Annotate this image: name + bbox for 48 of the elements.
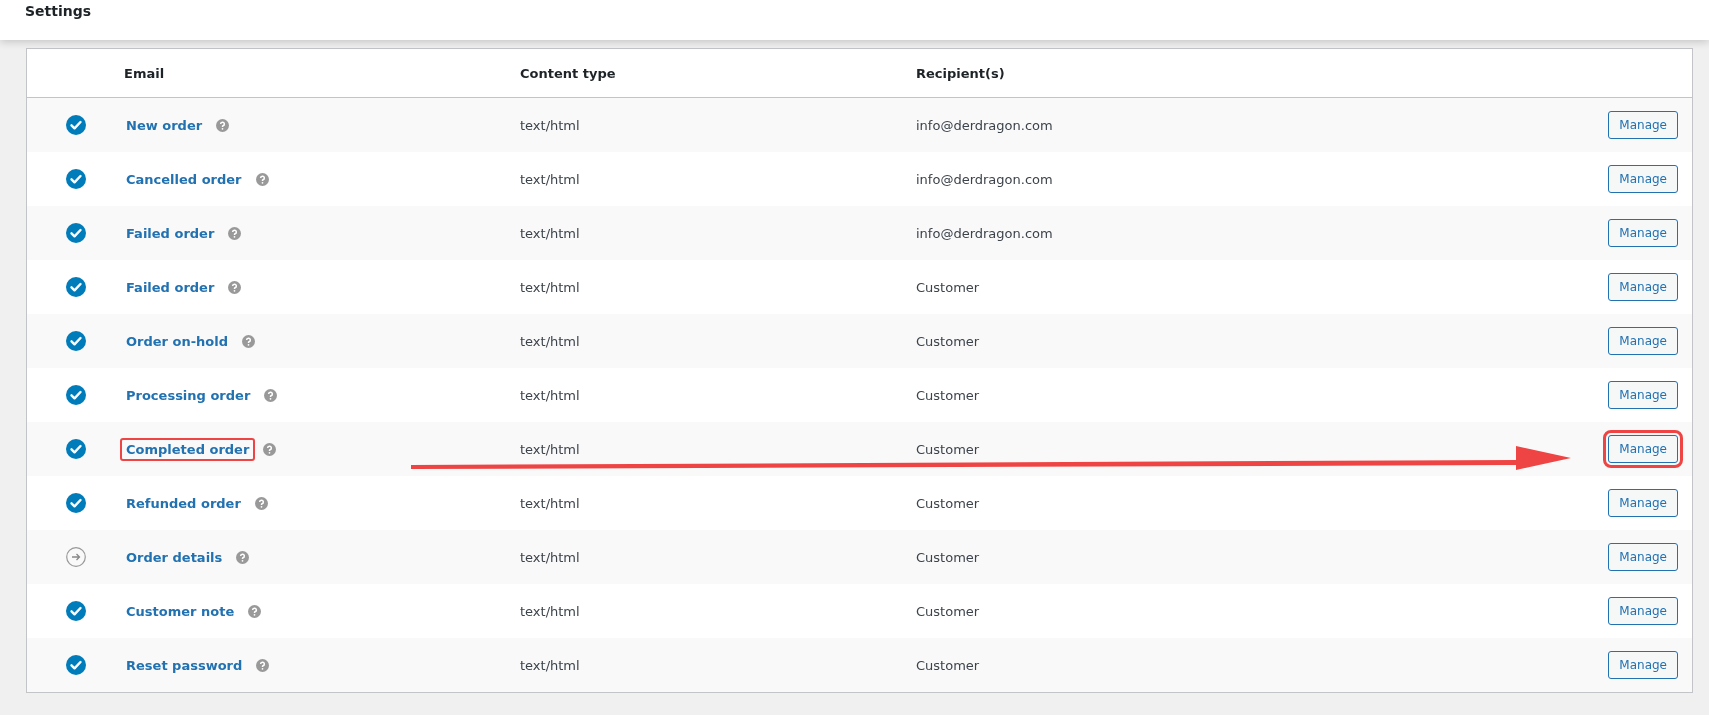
table-cell: text/html xyxy=(520,603,580,619)
table-cell: info@derdragon.com xyxy=(916,171,1053,187)
email-link[interactable]: Failed order xyxy=(120,221,221,245)
table-cell: text/html xyxy=(520,279,580,295)
help-icon[interactable] xyxy=(242,334,256,348)
table-cell: text/html xyxy=(520,117,580,133)
table-cell: Customer xyxy=(916,387,980,403)
email-link[interactable]: Reset password xyxy=(120,653,249,677)
table-cell: text/html xyxy=(520,657,580,673)
email-link[interactable]: Completed order xyxy=(120,437,256,461)
column-header: Recipient(s) xyxy=(916,65,1005,81)
table-cell: text/html xyxy=(520,441,580,457)
email-link[interactable]: Cancelled order xyxy=(120,167,248,191)
table-cell: Customer xyxy=(916,333,980,349)
email-link[interactable]: Processing order xyxy=(120,383,257,407)
table-cell: Customer xyxy=(916,603,980,619)
email-link[interactable]: Refunded order xyxy=(120,491,247,515)
table-cell: Customer xyxy=(916,279,980,295)
table-cell: text/html xyxy=(520,333,580,349)
help-icon[interactable] xyxy=(216,118,230,132)
column-header: Content type xyxy=(520,65,616,81)
help-icon[interactable] xyxy=(256,658,270,672)
help-icon[interactable] xyxy=(228,226,242,240)
help-icon[interactable] xyxy=(255,172,269,186)
email-link[interactable]: Order details xyxy=(120,545,229,569)
page-title: Settings xyxy=(25,3,92,19)
email-link[interactable]: New order xyxy=(120,113,209,137)
email-link[interactable]: Failed order xyxy=(120,275,221,299)
email-link[interactable]: Order on-hold xyxy=(120,329,235,353)
help-icon[interactable] xyxy=(248,604,262,618)
help-icon[interactable] xyxy=(263,442,277,456)
table-cell: text/html xyxy=(520,495,580,511)
table-cell: Customer xyxy=(916,657,980,673)
column-header: Email xyxy=(124,65,165,81)
table-cell: info@derdragon.com xyxy=(916,225,1053,241)
help-icon[interactable] xyxy=(264,388,278,402)
table-cell: info@derdragon.com xyxy=(916,117,1053,133)
help-icon[interactable] xyxy=(228,280,242,294)
table-cell: text/html xyxy=(520,225,580,241)
help-icon[interactable] xyxy=(236,550,250,564)
table-cell: text/html xyxy=(520,171,580,187)
table-cell: text/html xyxy=(520,387,580,403)
email-link[interactable]: Customer note xyxy=(120,599,241,623)
help-icon[interactable] xyxy=(254,496,268,510)
table-cell: Customer xyxy=(916,549,980,565)
table-cell: text/html xyxy=(520,549,580,565)
table-cell: Customer xyxy=(916,441,980,457)
table-cell: Customer xyxy=(916,495,980,511)
